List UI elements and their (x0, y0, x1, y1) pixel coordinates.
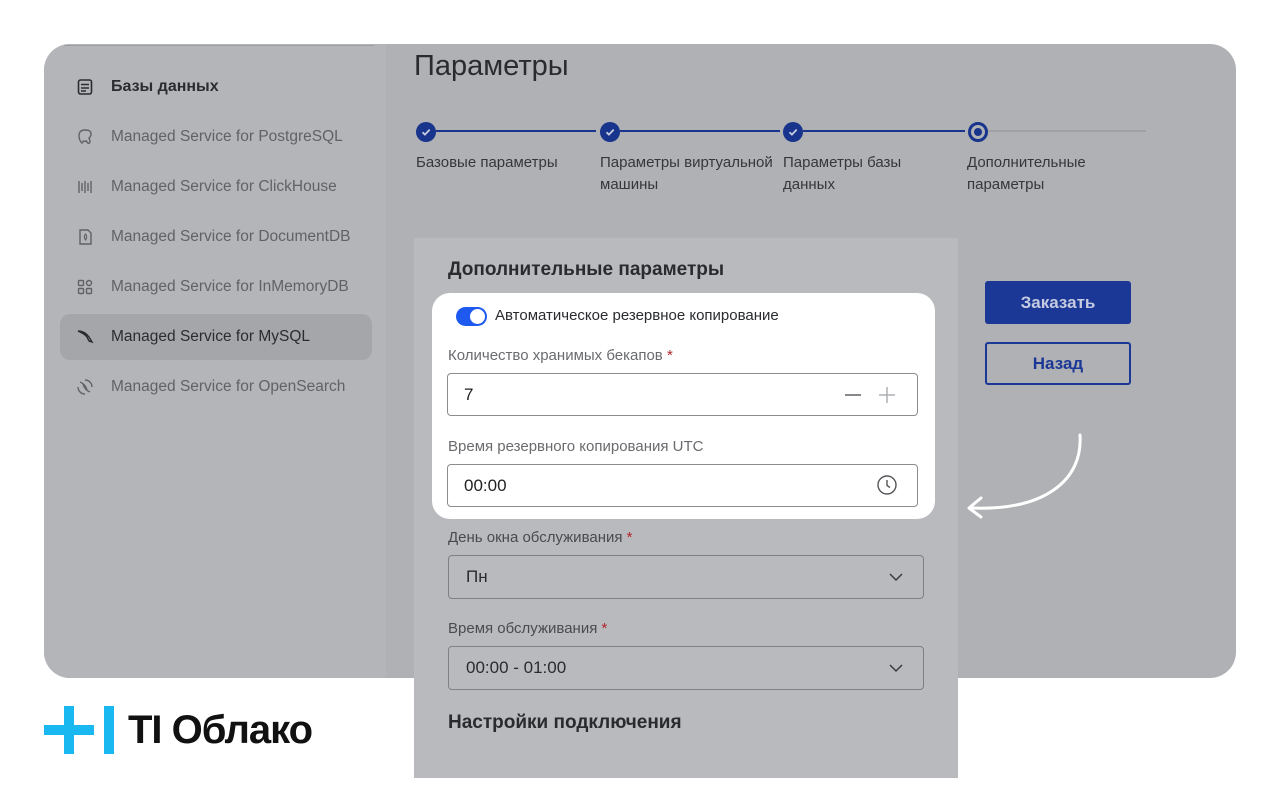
sidebar-header-label: Базы данных (111, 78, 219, 95)
sidebar-item-label: Managed Service for PostgreSQL (111, 128, 343, 145)
maintenance-day-label: День окна обслуживания * (448, 529, 633, 546)
sidebar-item-label: Managed Service for MySQL (111, 328, 311, 345)
curved-arrow-icon (955, 425, 1095, 530)
sidebar-header-databases[interactable]: Базы данных (60, 64, 372, 110)
opensearch-icon (74, 376, 96, 398)
minus-icon[interactable] (843, 385, 863, 410)
mysql-icon (74, 326, 96, 348)
maintenance-day-value: Пн (466, 567, 488, 586)
page-title: Параметры (414, 50, 569, 82)
inmemorydb-icon (74, 276, 96, 298)
sidebar: Базы данных Managed Service for PostgreS… (44, 44, 386, 678)
form-title: Дополнительные параметры (448, 259, 725, 280)
stepper-line-done (620, 130, 780, 132)
chevron-down-icon (887, 568, 905, 591)
brand-cross-icon (44, 706, 114, 754)
database-icon (74, 76, 96, 98)
sidebar-item-label: Managed Service for OpenSearch (111, 378, 346, 395)
footer-notch (1131, 678, 1280, 800)
sidebar-item-documentdb[interactable]: Managed Service for DocumentDB (60, 214, 372, 260)
sidebar-item-postgresql[interactable]: Managed Service for PostgreSQL (60, 114, 372, 160)
stepper-line-done (436, 130, 596, 132)
backups-count-value: 7 (464, 384, 474, 404)
sidebar-item-inmemorydb[interactable]: Managed Service for InMemoryDB (60, 264, 372, 310)
plus-icon[interactable] (877, 385, 897, 410)
sidebar-item-clickhouse[interactable]: Managed Service for ClickHouse (60, 164, 372, 210)
backup-time-label: Время резервного копирования UTC (448, 438, 704, 455)
backup-time-value: 00:00 (464, 475, 507, 495)
step-label-database: Параметры базы данных (783, 154, 902, 193)
maintenance-day-select[interactable]: Пн (448, 555, 924, 599)
postgresql-icon (74, 126, 96, 148)
maintenance-time-value: 00:00 - 01:00 (466, 658, 567, 677)
backups-count-label: Количество хранимых бекапов * (448, 347, 673, 364)
step-current-indicator[interactable] (968, 122, 988, 142)
clickhouse-icon (74, 176, 96, 198)
step-check-icon[interactable] (783, 122, 803, 142)
sidebar-item-label: Managed Service for DocumentDB (111, 228, 351, 245)
back-button[interactable]: Назад (985, 342, 1131, 385)
step-check-icon[interactable] (416, 122, 436, 142)
stepper-line-done (803, 130, 965, 132)
maintenance-time-label: Время обслуживания * (448, 620, 608, 637)
step-label-basic: Базовые параметры (416, 154, 558, 171)
sidebar-item-label: Managed Service for InMemoryDB (111, 278, 349, 295)
brand-logo: TI Облако (44, 704, 313, 756)
sidebar-item-opensearch[interactable]: Managed Service for OpenSearch (60, 364, 372, 410)
brand-logo-text: TI Облако (128, 707, 313, 752)
chevron-down-icon (887, 659, 905, 682)
step-check-icon[interactable] (600, 122, 620, 142)
connection-section-title: Настройки подключения (448, 712, 682, 733)
order-button[interactable]: Заказать (985, 281, 1131, 324)
sidebar-item-label: Managed Service for ClickHouse (111, 178, 337, 195)
auto-backup-toggle[interactable] (456, 307, 487, 326)
step-label-additional: Дополнительные параметры (967, 154, 1086, 193)
step-label-vm: Параметры виртуальной машины (600, 154, 773, 193)
backup-time-input[interactable]: 00:00 (447, 464, 918, 507)
sidebar-divider (64, 45, 374, 46)
auto-backup-label: Автоматическое резервное копирование (495, 307, 779, 324)
clock-icon[interactable] (876, 474, 898, 501)
documentdb-icon (74, 226, 96, 248)
stepper-line-pending (988, 130, 1146, 132)
sidebar-item-mysql[interactable]: Managed Service for MySQL (60, 314, 372, 360)
maintenance-time-select[interactable]: 00:00 - 01:00 (448, 646, 924, 690)
